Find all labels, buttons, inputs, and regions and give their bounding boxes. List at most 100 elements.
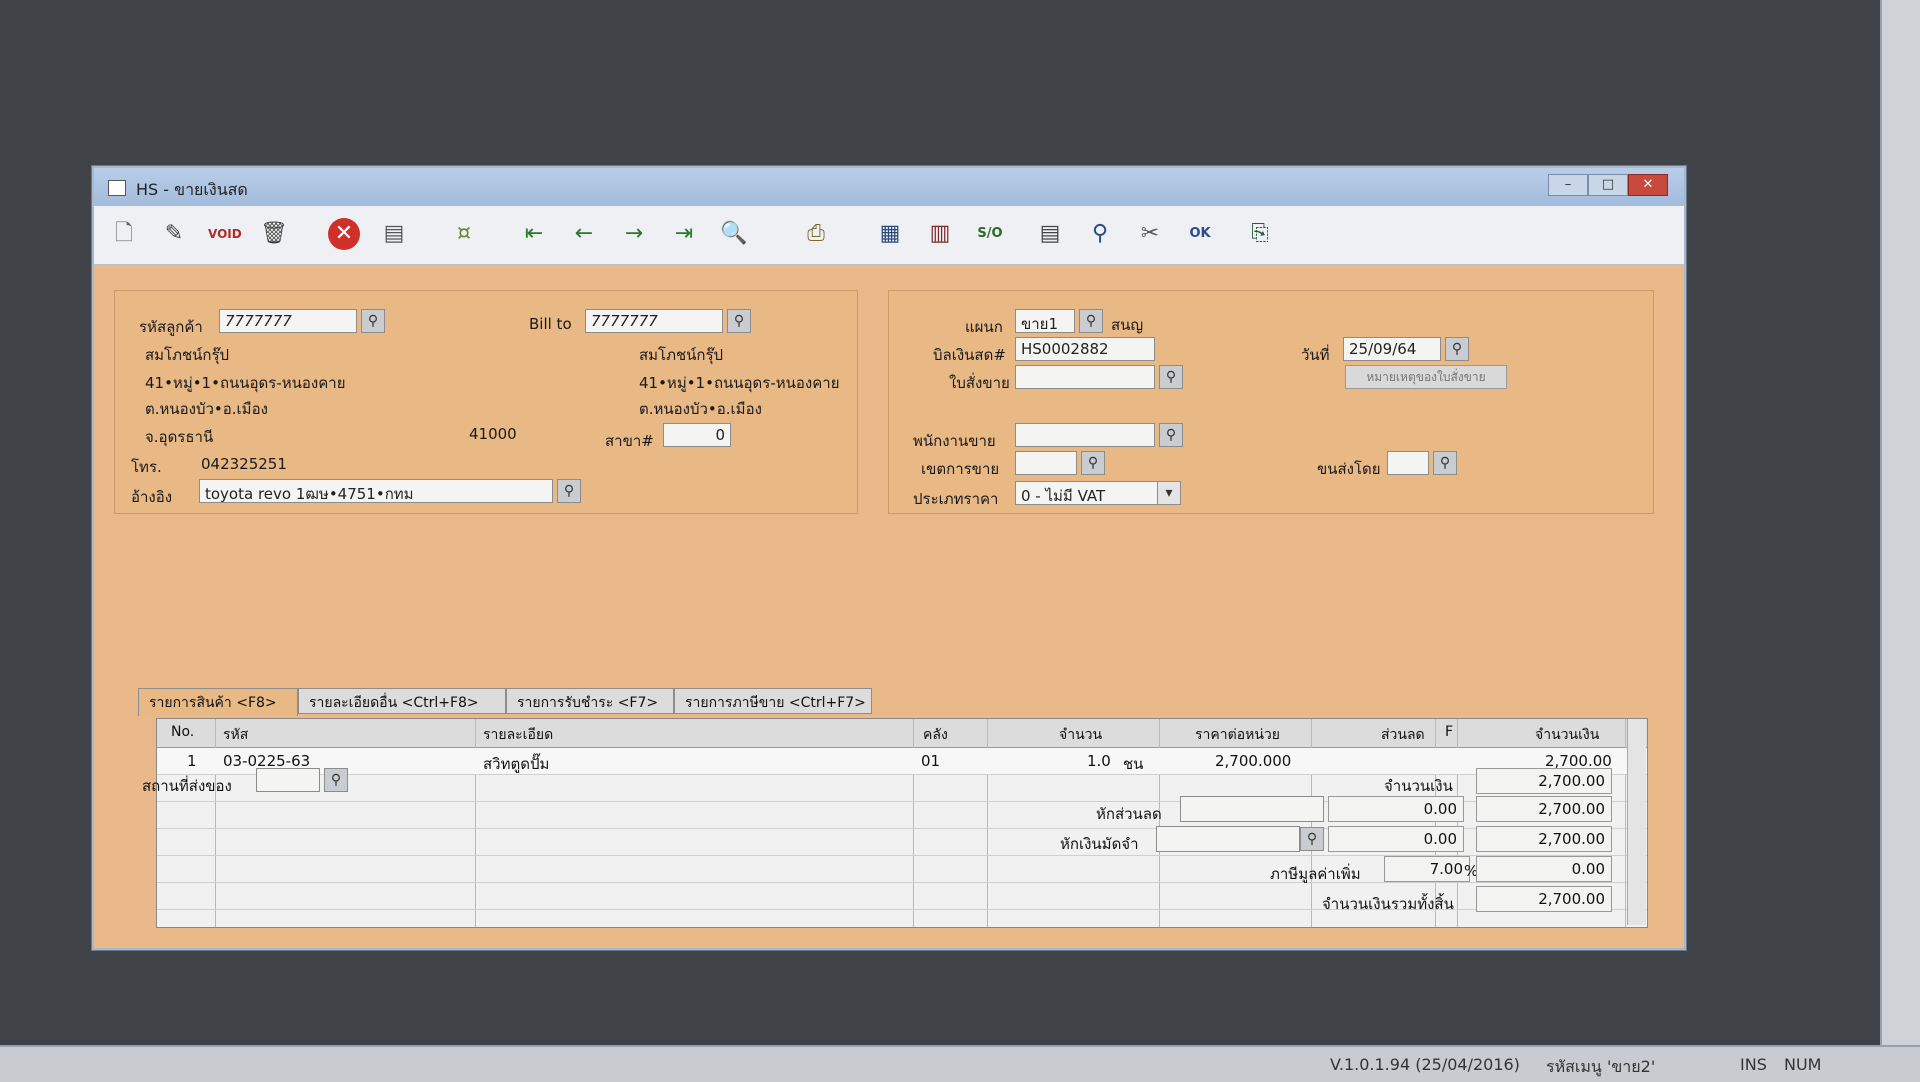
version-text: V.1.0.1.94 (25/04/2016) [1330,1055,1520,1074]
customer-zip: 41000 [469,425,517,443]
card-icon[interactable]: ▥ [924,218,956,250]
close-button[interactable]: ✕ [1628,174,1668,196]
tab-items[interactable]: รายการสินค้า <F8> [138,688,298,716]
money-icon[interactable]: ¤ [448,218,480,250]
col-discount: ส่วนลด [1381,727,1425,743]
customer-code-input[interactable]: 7777777 [219,309,357,333]
tab-other-details[interactable]: รายละเอียดอื่น <Ctrl+F8> [298,688,506,714]
sales-area-input[interactable] [1015,451,1077,475]
customer-panel: รหัสลูกค้า 7777777 ⚲ Bill to 7777777 ⚲ ส… [114,290,858,514]
sales-order-label: ใบสั่งขาย [949,374,1010,392]
ship-place-input[interactable] [256,768,320,792]
maximize-button[interactable]: □ [1588,174,1628,196]
sales-area-search-icon[interactable]: ⚲ [1081,451,1105,475]
print-icon[interactable]: ⎙ [800,218,832,250]
void-icon[interactable]: VOID [208,218,242,250]
first-icon[interactable]: ⇤ [518,218,550,250]
app-icon [108,180,126,196]
sales-order-input[interactable] [1015,365,1155,389]
date-label: วันที่ [1301,346,1330,364]
billto-label: Bill to [529,315,572,333]
edit-icon[interactable]: ✎ [158,218,190,250]
branch-label: สาขา# [605,432,654,450]
export-icon[interactable]: ⎘ [1244,218,1276,250]
amount-label: จำนวนเงิน [1384,777,1453,795]
col-no: No. [171,724,195,740]
so-icon[interactable]: S/O [974,218,1006,250]
row-unit-price: 2,700.000 [1215,752,1292,770]
tab-payments[interactable]: รายการรับชำระ <F7> [506,688,674,714]
branch-input[interactable]: 0 [663,423,731,447]
ins-indicator: INS [1740,1055,1767,1074]
sales-order-note-button[interactable]: หมายเหตุของใบสั่งขาย [1345,365,1507,389]
date-input[interactable]: 25/09/64 [1343,337,1441,361]
cash-sale-window: HS - ขายเงินสด – □ ✕ 🗋 ✎ VOID 🗑 ✕ ▤ ¤ ⇤ … [92,166,1686,950]
save-icon[interactable]: ▤ [378,218,410,250]
row-description: สวิทตูดปั๊ม [483,755,550,773]
vat-rate-value: 7.00 [1384,856,1470,882]
preview-icon[interactable]: 🔍 [718,218,750,250]
department-search-icon[interactable]: ⚲ [1079,309,1103,333]
trash-icon[interactable]: 🗑 [258,218,290,250]
customer-address-line1: 41•หมู่•1•ถนนอุดร-หนองคาย [145,374,346,392]
billto-search-icon[interactable]: ⚲ [727,309,751,333]
table-row[interactable]: 1 03-0225-63 สวิทตูดปั๊ม 01 1.0 ชน 2,700… [157,748,1647,775]
next-icon[interactable]: → [618,218,650,250]
col-code: รหัส [223,727,249,743]
ok-icon[interactable]: OK [1184,218,1216,250]
cancel-icon[interactable]: ✕ [328,218,360,250]
ship-place-label: สถานที่ส่งของ [142,777,232,795]
billto-input[interactable]: 7777777 [585,309,723,333]
sales-area-label: เขตการขาย [921,460,1000,478]
new-icon[interactable]: 🗋 [108,218,140,250]
ship-place-search-icon[interactable]: ⚲ [324,768,348,792]
bill-no-input[interactable]: HS0002882 [1015,337,1155,361]
customer-code-label: รหัสลูกค้า [139,318,203,336]
customer-address-line2: ต.หนองบัว•อ.เมือง [145,400,268,418]
deposit-search-icon[interactable]: ⚲ [1300,827,1324,851]
tools-icon[interactable]: ✂ [1134,218,1166,250]
chevron-down-icon[interactable]: ▾ [1157,481,1181,505]
col-description: รายละเอียด [483,727,554,743]
report-icon[interactable]: ▦ [874,218,906,250]
discount-input[interactable] [1180,796,1324,822]
ship-by-search-icon[interactable]: ⚲ [1433,451,1457,475]
row-quantity: 1.0 [1087,752,1111,770]
customer-search-icon[interactable]: ⚲ [361,309,385,333]
phone-label: โทร. [131,458,162,476]
deposit-value: 0.00 [1328,826,1464,852]
billto-address-line2: ต.หนองบัว•อ.เมือง [639,400,762,418]
num-indicator: NUM [1784,1055,1822,1074]
prev-icon[interactable]: ← [568,218,600,250]
discount-label: หักส่วนลด [1096,805,1162,823]
grand-total-value: 2,700.00 [1476,886,1612,912]
billto-name: สมโภชน์กรุ๊ป [639,346,724,364]
sales-order-search-icon[interactable]: ⚲ [1159,365,1183,389]
reference-search-icon[interactable]: ⚲ [557,479,581,503]
menu-code-text: รหัสเมนู 'ขาย2' [1546,1057,1656,1076]
vertical-scrollbar[interactable] [1627,719,1646,925]
document-icon[interactable]: ▤ [1034,218,1066,250]
customer-address-line3: จ.อุดรธานี [145,428,214,446]
lookup-icon[interactable]: ⚲ [1084,218,1116,250]
row-no: 1 [187,752,197,770]
department-input[interactable]: ขาย1 [1015,309,1075,333]
discount-value: 0.00 [1328,796,1464,822]
after-deposit-value: 2,700.00 [1476,826,1612,852]
date-search-icon[interactable]: ⚲ [1445,337,1469,361]
window-title: HS - ขายเงินสด [136,180,248,199]
tab-sales-tax[interactable]: รายการภาษีขาย <Ctrl+F7> [674,688,872,714]
desktop-edge [1880,0,1920,1080]
deposit-input[interactable] [1156,826,1300,852]
reference-label: อ้างอิง [131,488,173,506]
salesperson-label: พนักงานขาย [913,432,996,450]
minimize-button[interactable]: – [1548,174,1588,196]
bill-no-label: บิลเงินสด# [933,346,1006,364]
col-flag: F [1445,724,1454,740]
ship-by-input[interactable] [1387,451,1429,475]
salesperson-input[interactable] [1015,423,1155,447]
phone-value: 042325251 [201,455,287,473]
last-icon[interactable]: ⇥ [668,218,700,250]
reference-input[interactable]: toyota revo 1ฒษ•4751•กทม [199,479,553,503]
salesperson-search-icon[interactable]: ⚲ [1159,423,1183,447]
